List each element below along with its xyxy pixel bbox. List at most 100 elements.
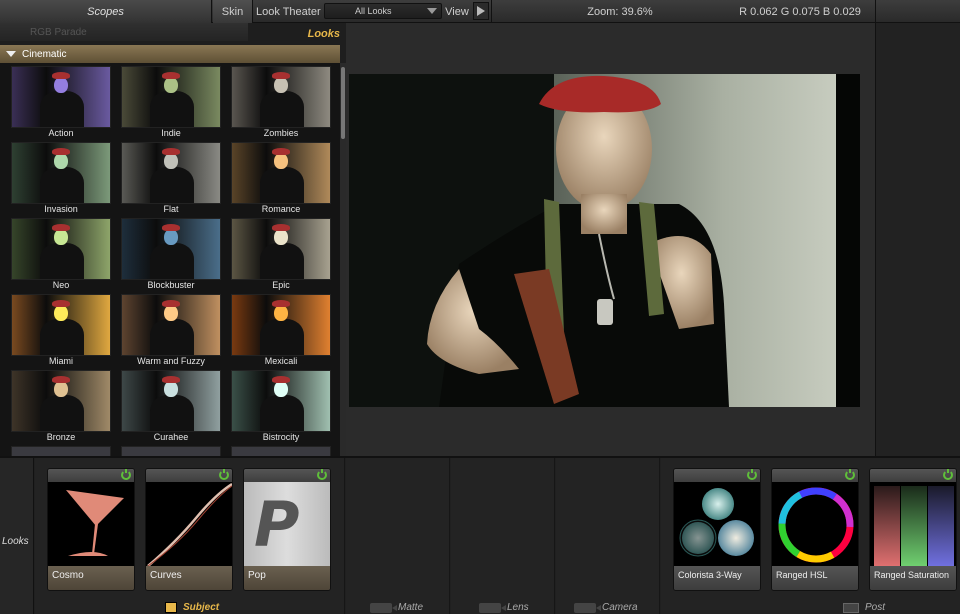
look-preview-image [11,294,111,356]
stage-subject[interactable]: Cosmo Curves P Pop Subject [35,458,345,614]
camera-icon [370,602,397,613]
look-label: Curahee [153,432,189,442]
look-thumbnail[interactable]: Invasion [11,142,111,214]
tool-label: Pop [244,566,330,590]
hue-ring-icon [772,482,858,568]
triangle-down-icon [6,51,16,57]
look-thumbnail[interactable]: Bistrocity [231,370,331,442]
look-thumbnail[interactable]: Blockbuster [121,218,221,290]
look-label: Indie [161,128,181,138]
stage-label-subject: Subject [165,602,219,613]
toolbar-divider [875,0,876,23]
look-preview-image [231,142,331,204]
look-label: Warm and Fuzzy [137,356,205,366]
look-thumbnail[interactable]: Warm and Fuzzy [121,294,221,366]
look-thumbnail[interactable]: Curahee [121,370,221,442]
look-label: Flat [163,204,179,214]
look-thumbnail[interactable]: Action [11,66,111,138]
stage-post[interactable]: Colorista 3-Way Ranged HSL Ranged Satura… [661,458,960,614]
toolbar-divider [491,0,492,23]
look-preview-image [11,370,111,432]
look-preview-image [231,66,331,128]
looks-side-label: Looks [2,536,29,547]
look-thumbnail[interactable]: Flat [121,142,221,214]
look-thumbnail[interactable] [231,446,331,456]
look-thumbnail[interactable]: Epic [231,218,331,290]
tool-curves[interactable]: Curves [145,468,233,591]
look-preview-image [121,66,221,128]
look-preview-image [121,370,221,432]
post-monitor-icon [843,602,859,613]
look-preview-image [231,294,331,356]
tool-pop[interactable]: P Pop [243,468,331,591]
looks-grid: Action Indie Zombies Invasion Flat Romance Neo… [0,63,340,456]
stage-label-post: Post [843,602,885,613]
rgb-parade-header[interactable]: RGB Parade [0,23,248,41]
tool-ranged-hsl[interactable]: Ranged HSL [771,468,859,591]
tool-header [48,469,134,482]
power-icon[interactable] [943,469,953,480]
power-icon[interactable] [747,469,757,480]
stage-camera[interactable]: Camera [556,458,660,614]
tool-header [772,469,858,482]
right-side-panel [875,23,960,456]
power-icon[interactable] [845,469,855,480]
tab-skin[interactable]: Skin [213,0,253,23]
look-label: Blockbuster [147,280,195,290]
look-thumbnail[interactable]: Romance [231,142,331,214]
look-thumbnail[interactable] [11,446,111,456]
look-preview-image [231,218,331,280]
look-thumbnail[interactable] [121,446,221,456]
power-icon[interactable] [121,469,131,480]
lens-text: Lens [507,602,529,613]
looks-filter-value: All Looks [355,6,392,16]
curves-graph-icon [146,482,232,568]
stage-label-matte: Matte [370,602,423,613]
tool-cosmo[interactable]: Cosmo [47,468,135,591]
tool-header [674,469,760,482]
cosmo-glass-icon [48,482,134,568]
power-icon[interactable] [317,469,327,480]
look-thumbnail[interactable]: Miami [11,294,111,366]
tool-label: Ranged HSL [772,566,858,590]
look-label: Action [48,128,74,138]
play-button[interactable] [473,2,489,20]
tool-label: Ranged Saturation [870,566,956,590]
tool-colorista-3way[interactable]: Colorista 3-Way [673,468,761,591]
look-preview-image [231,370,331,432]
look-preview-image [121,294,221,356]
tab-scopes[interactable]: Scopes [0,0,212,23]
look-preview-image [231,446,331,456]
look-theater-label: Look Theater [256,5,321,18]
tool-header [244,469,330,482]
look-preview-image [11,218,111,280]
scrollbar-thumb[interactable] [341,67,345,139]
tool-header [146,469,232,482]
tool-label: Colorista 3-Way [674,566,760,590]
chevron-down-icon [427,8,437,14]
look-thumbnail[interactable]: Zombies [231,66,331,138]
stage-lens[interactable]: Lens [451,458,555,614]
look-thumbnail[interactable]: Indie [121,66,221,138]
stage-matte[interactable]: Matte [346,458,450,614]
category-header-cinematic[interactable]: Cinematic [0,45,340,63]
looks-side-tab[interactable]: Looks [0,458,34,614]
view-label: View [445,5,469,18]
look-preview-image [121,446,221,456]
look-label: Zombies [263,128,299,138]
look-thumbnail[interactable]: Bronze [11,370,111,442]
subject-text: Subject [183,602,220,613]
power-icon[interactable] [219,469,229,480]
matte-text: Matte [398,602,424,613]
camera-icon [479,602,506,613]
zoom-readout: Zoom: 39.6% [587,5,653,18]
look-thumbnail[interactable]: Mexicali [231,294,331,366]
look-thumbnail[interactable]: Neo [11,218,111,290]
look-preview-image [11,142,111,204]
pop-letter-icon: P [244,482,330,568]
look-label: Romance [261,204,301,214]
tool-ranged-saturation[interactable]: Ranged Saturation [869,468,957,591]
preview-image[interactable] [349,74,860,407]
look-label: Epic [272,280,290,290]
looks-filter-dropdown[interactable]: All Looks [324,3,442,19]
